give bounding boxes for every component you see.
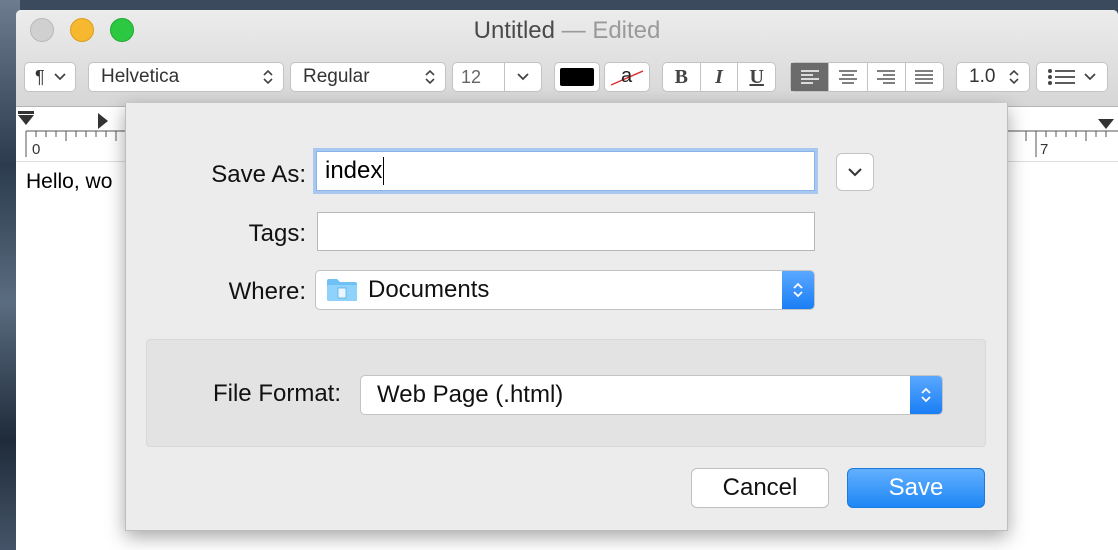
save-sheet: Save As: index Tags: Where: Documents Fi… [125,103,1008,531]
font-style-label: Regular [303,66,370,87]
highlight-color-well[interactable]: a [604,62,650,92]
underline-button[interactable]: U [738,63,775,91]
paragraph-style-label: ¶ [35,66,45,87]
document-name: Untitled [473,17,555,44]
list-bullets-popup[interactable] [1036,62,1108,92]
file-format-popup[interactable]: Web Page (.html) [360,375,943,415]
ruler-label-start: 0 [32,141,41,158]
align-left-button[interactable] [791,63,830,91]
up-down-arrows-icon [793,282,803,298]
file-format-box: File Format: Web Page (.html) [146,339,986,447]
font-size-combo[interactable]: 12 [452,62,542,92]
alignment-segmented [790,62,944,92]
italic-button[interactable]: I [701,63,739,91]
title-bar: Untitled — Edited ¶ Helvetica Regular 12 [16,10,1118,107]
up-down-arrows-icon [263,69,273,85]
justify-button[interactable] [906,63,943,91]
where-label: Where: [228,278,306,305]
cancel-button[interactable]: Cancel [691,468,829,508]
where-value: Documents [368,276,490,303]
highlight-label: a [621,65,633,87]
font-family-popup[interactable]: Helvetica [88,62,284,92]
file-format-value: Web Page (.html) [377,381,564,408]
folder-icon [327,279,357,301]
chevron-down-icon [1084,73,1096,81]
font-family-label: Helvetica [101,66,180,87]
text-color-swatch [560,68,594,86]
justify-icon [915,70,934,84]
tags-field[interactable] [317,212,815,251]
where-popup-stepper [782,271,814,309]
text-caret [383,157,385,185]
align-right-icon [877,70,896,84]
save-button[interactable]: Save [847,468,985,508]
document-text[interactable]: Hello, wo [26,170,112,194]
tags-label: Tags: [248,220,306,247]
list-icon [1048,69,1075,85]
align-center-icon [838,70,857,84]
up-down-arrows-icon [425,69,435,85]
file-format-stepper [910,376,942,414]
line-spacing-label: 1.0 [969,66,996,87]
text-color-well[interactable] [554,62,600,92]
font-size-dropdown-button[interactable] [504,63,541,91]
text-style-segmented: B I U [662,62,776,92]
align-center-button[interactable] [829,63,868,91]
where-popup-content: Documents [316,276,782,304]
bold-button[interactable]: B [663,63,701,91]
align-left-icon [800,70,819,84]
window-title: Untitled — Edited [16,17,1118,45]
font-style-popup[interactable]: Regular [290,62,446,92]
title-separator: — [561,17,586,44]
up-down-arrows-icon [1009,69,1019,85]
where-popup[interactable]: Documents [315,270,815,310]
line-spacing-popup[interactable]: 1.0 [956,62,1030,92]
save-as-value: index [325,157,383,184]
paragraph-styles-popup[interactable]: ¶ [24,62,76,92]
up-down-arrows-icon [921,387,931,403]
font-size-input[interactable]: 12 [453,67,504,88]
chevron-down-icon [848,168,862,177]
file-format-label: File Format: [212,380,341,407]
ruler-label-end: 7 [1040,141,1049,158]
edited-status: Edited [592,17,661,44]
align-right-button[interactable] [868,63,906,91]
expand-dialog-button[interactable] [836,153,874,191]
chevron-down-icon [54,73,66,81]
save-as-label: Save As: [211,161,306,188]
chevron-down-icon [517,73,529,81]
save-as-field[interactable]: index [316,151,815,191]
